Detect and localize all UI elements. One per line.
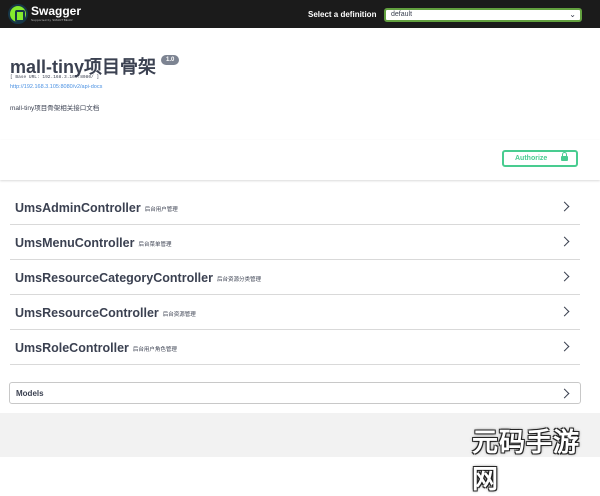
authorize-label: Authorize xyxy=(515,155,548,162)
controller-ums-resource[interactable]: UmsResourceController 后台资源管理 xyxy=(10,296,580,330)
chevron-down-icon: ⌄ xyxy=(569,10,576,19)
base-url: [ Base URL: 192.168.3.105:8080/ ] xyxy=(10,75,100,80)
definition-select[interactable]: default ⌄ xyxy=(384,8,582,22)
controller-ums-menu[interactable]: UmsMenuController 后台菜单管理 xyxy=(10,226,580,260)
brand-subtitle: Supported by SMARTBEAR xyxy=(31,18,73,22)
controller-description: 后台菜单管理 xyxy=(138,241,172,248)
controller-name: UmsMenuController xyxy=(15,236,135,250)
controller-name: UmsResourceCategoryController xyxy=(15,271,213,285)
swagger-logo-icon[interactable] xyxy=(8,4,28,24)
chevron-right-icon[interactable] xyxy=(559,306,570,317)
definition-label: Select a definition xyxy=(308,10,377,19)
api-description: mall-tiny项目骨架相关接口文档 xyxy=(10,105,100,112)
authorize-button[interactable]: Authorize xyxy=(502,150,578,167)
controller-description: 后台资源分类管理 xyxy=(216,276,261,283)
watermark: 元码手游网 xyxy=(472,428,581,495)
controller-ums-admin[interactable]: UmsAdminController 后台用户管理 xyxy=(10,191,580,225)
chevron-right-icon[interactable] xyxy=(559,271,570,282)
controller-name: UmsAdminController xyxy=(15,201,141,215)
brand-name[interactable]: Swagger xyxy=(31,4,81,18)
chevron-right-icon[interactable] xyxy=(559,236,570,247)
chevron-right-icon[interactable] xyxy=(559,388,570,399)
api-docs-link[interactable]: http://192.168.3.105:8080/v2/api-docs xyxy=(10,84,102,90)
controller-ums-role[interactable]: UmsRoleController 后台用户角色管理 xyxy=(10,331,580,365)
controller-name: UmsRoleController xyxy=(15,341,129,355)
definition-select-value: default xyxy=(391,11,413,18)
controller-ums-resource-category[interactable]: UmsResourceCategoryController 后台资源分类管理 xyxy=(10,261,580,295)
controller-description: 后台用户角色管理 xyxy=(132,346,177,353)
chevron-right-icon[interactable] xyxy=(559,201,570,212)
chevron-right-icon[interactable] xyxy=(559,341,570,352)
version-badge: 1.0 xyxy=(161,55,180,65)
lock-icon xyxy=(561,152,568,161)
models-label: Models xyxy=(16,389,44,398)
controller-description: 后台用户管理 xyxy=(144,206,178,213)
topbar: Swagger Supported by SMARTBEAR Select a … xyxy=(0,0,600,28)
controller-name: UmsResourceController xyxy=(15,306,159,320)
models-section[interactable]: Models xyxy=(9,382,581,404)
controller-description: 后台资源管理 xyxy=(162,311,196,318)
